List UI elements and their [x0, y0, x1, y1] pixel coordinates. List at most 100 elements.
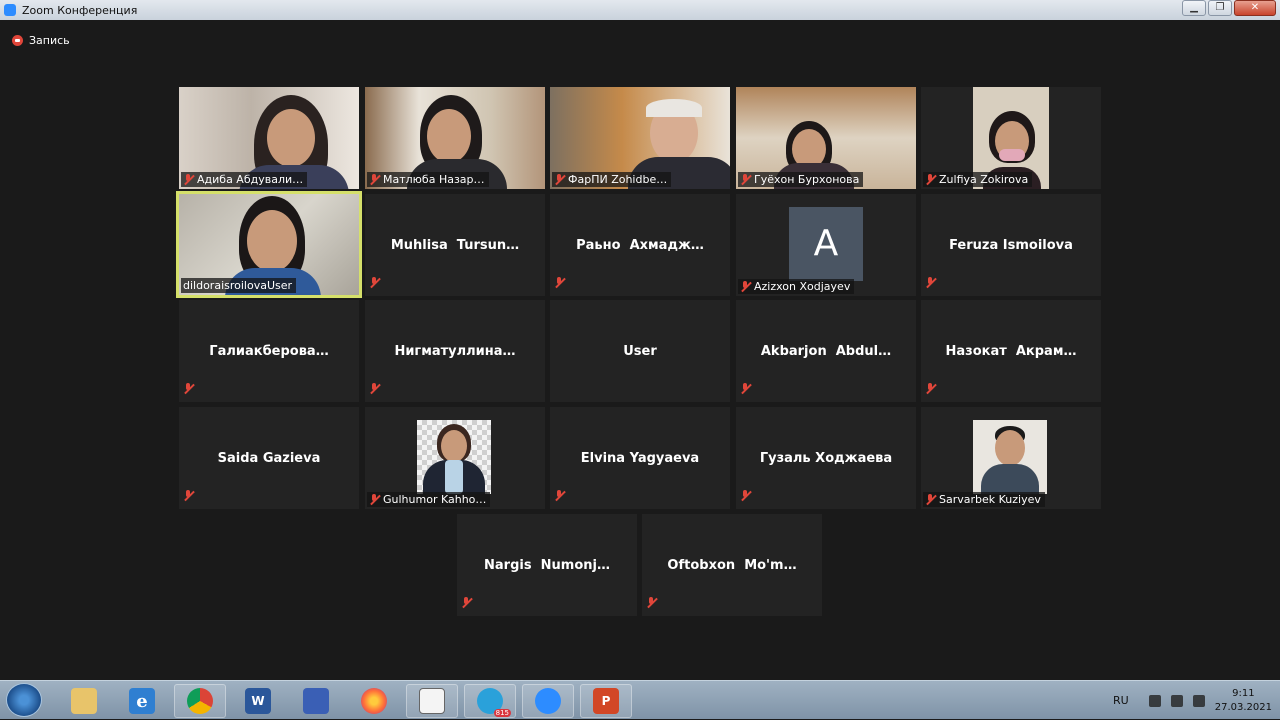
internet-explorer-taskbar-button[interactable]: e	[116, 684, 168, 718]
title-bar: Zoom Конференция ▁ ❐ ✕	[0, 0, 1280, 20]
clock[interactable]: 9:11 27.03.2021	[1215, 687, 1272, 715]
participant-name-tag: Zulfiya Zokirova	[923, 172, 1033, 187]
zoom-app-icon	[4, 4, 16, 16]
folder-icon	[71, 688, 97, 714]
participant-name: Nargis Numonj…	[484, 558, 610, 573]
participant-tile[interactable]: Адиба Абдували…	[179, 87, 359, 189]
network-icon[interactable]	[1192, 694, 1205, 707]
participant-tile[interactable]: Akbarjon Abdul…	[736, 300, 916, 402]
chrome-icon	[187, 688, 213, 714]
avatar: A	[789, 207, 863, 281]
system-tray: RU 9:11 27.03.2021	[1113, 681, 1280, 720]
language-indicator[interactable]: RU	[1113, 694, 1129, 707]
participant-tile[interactable]: Gulhumor Kahho…	[365, 407, 545, 509]
muted-mic-icon	[740, 281, 751, 292]
participant-tile[interactable]: Нигматуллина…	[365, 300, 545, 402]
muted-mic-icon	[369, 383, 380, 394]
recording-bar: Запись	[0, 20, 1280, 60]
battery-icon[interactable]	[1148, 694, 1161, 707]
word-taskbar-button[interactable]: W	[232, 684, 284, 718]
participant-name-tag: Гуёхон Бурхонова	[738, 172, 864, 187]
powerpoint-taskbar-button[interactable]: P	[580, 684, 632, 718]
participant-tile[interactable]: Гуёхон Бурхонова	[736, 87, 916, 189]
muted-mic-icon	[925, 494, 936, 505]
participant-name: Галиакберова…	[209, 344, 329, 359]
powerpoint-icon: P	[593, 688, 619, 714]
muted-mic-icon	[740, 174, 751, 185]
close-button[interactable]: ✕	[1234, 0, 1276, 16]
muted-mic-icon	[183, 383, 194, 394]
save-taskbar-button[interactable]	[290, 684, 342, 718]
participant-tile[interactable]: Гузаль Ходжаева	[736, 407, 916, 509]
minimize-button[interactable]: ▁	[1182, 0, 1206, 16]
telegram-taskbar-button[interactable]: 815	[464, 684, 516, 718]
muted-mic-icon	[369, 277, 380, 288]
muted-mic-icon	[646, 597, 657, 608]
maximize-button[interactable]: ❐	[1208, 0, 1232, 16]
participant-tile[interactable]: Матлюба Назар…	[365, 87, 545, 189]
participant-tile[interactable]: Рaьно Ахмадж…	[550, 194, 730, 296]
firefox-taskbar-button[interactable]	[348, 684, 400, 718]
participant-tile[interactable]: Назокат Акрам…	[921, 300, 1101, 402]
participant-name-tag: Матлюба Назар…	[367, 172, 489, 187]
participant-tile[interactable]: Feruza Ismoilova	[921, 194, 1101, 296]
participant-tile[interactable]: User	[550, 300, 730, 402]
firefox-icon	[361, 688, 387, 714]
muted-mic-icon	[183, 174, 194, 185]
muted-mic-icon	[554, 490, 565, 501]
participant-name: Нигматуллина…	[394, 344, 516, 359]
muted-mic-icon	[461, 597, 472, 608]
volume-icon[interactable]	[1170, 694, 1183, 707]
participant-tile[interactable]: Oftobxon Mo'm…	[642, 514, 822, 616]
start-button[interactable]	[6, 683, 42, 717]
muted-mic-icon	[369, 174, 380, 185]
participant-name: User	[623, 344, 657, 359]
participant-name: Elvina Yagyaeva	[580, 451, 700, 466]
participant-name: Oftobxon Mo'm…	[667, 558, 797, 573]
record-icon	[12, 35, 23, 46]
participant-name-tag: dildoraisroilovaUser	[181, 278, 297, 293]
document-icon	[419, 688, 445, 714]
participant-name-tag: ФарПИ Zohidbe…	[552, 172, 672, 187]
muted-mic-icon	[925, 277, 936, 288]
muted-mic-icon	[740, 383, 751, 394]
active-speaker-tile[interactable]: dildoraisroilovaUser	[176, 191, 362, 298]
unread-badge: 815	[493, 709, 511, 717]
participant-name-tag: Gulhumor Kahho…	[367, 492, 491, 507]
participant-tile[interactable]: Zulfiya Zokirova	[921, 87, 1101, 189]
clock-date: 27.03.2021	[1214, 701, 1272, 713]
participant-name: Akbarjon Abdul…	[760, 344, 892, 359]
muted-mic-icon	[925, 174, 936, 185]
muted-mic-icon	[740, 490, 751, 501]
participant-tile[interactable]: ФарПИ Zohidbe…	[550, 87, 730, 189]
participant-name: Назокат Акрам…	[945, 344, 1077, 359]
muted-mic-icon	[369, 494, 380, 505]
document-taskbar-button[interactable]	[406, 684, 458, 718]
recording-indicator[interactable]: Запись	[12, 34, 70, 47]
participant-tile[interactable]: A Azizxon Xodjayev	[736, 194, 916, 296]
participant-name: Muhlisa Tursun…	[390, 238, 520, 253]
internet-explorer-icon: e	[129, 688, 155, 714]
participant-tile[interactable]: Saida Gazieva	[179, 407, 359, 509]
explorer-taskbar-button[interactable]	[58, 684, 110, 718]
zoom-taskbar-button[interactable]	[522, 684, 574, 718]
participant-tile[interactable]: Elvina Yagyaeva	[550, 407, 730, 509]
recording-label: Запись	[29, 34, 70, 47]
participant-tile[interactable]: Nargis Numonj…	[457, 514, 637, 616]
chrome-taskbar-button[interactable]	[174, 684, 226, 718]
participant-name: Рaьно Ахмадж…	[576, 238, 704, 253]
participant-name-tag: Адиба Абдували…	[181, 172, 308, 187]
muted-mic-icon	[925, 383, 936, 394]
participant-tile[interactable]: Sarvarbek Kuziyev	[921, 407, 1101, 509]
muted-mic-icon	[554, 277, 565, 288]
participant-name: Гузаль Ходжаева	[759, 451, 893, 466]
muted-mic-icon	[554, 174, 565, 185]
participant-name: Saida Gazieva	[217, 451, 321, 466]
window-controls: ▁ ❐ ✕	[1182, 0, 1276, 16]
zoom-icon	[535, 688, 561, 714]
floppy-disk-icon	[303, 688, 329, 714]
participant-tile[interactable]: Muhlisa Tursun…	[365, 194, 545, 296]
participant-name-tag: Azizxon Xodjayev	[738, 279, 855, 294]
participant-photo	[973, 420, 1047, 494]
participant-tile[interactable]: Галиакберова…	[179, 300, 359, 402]
